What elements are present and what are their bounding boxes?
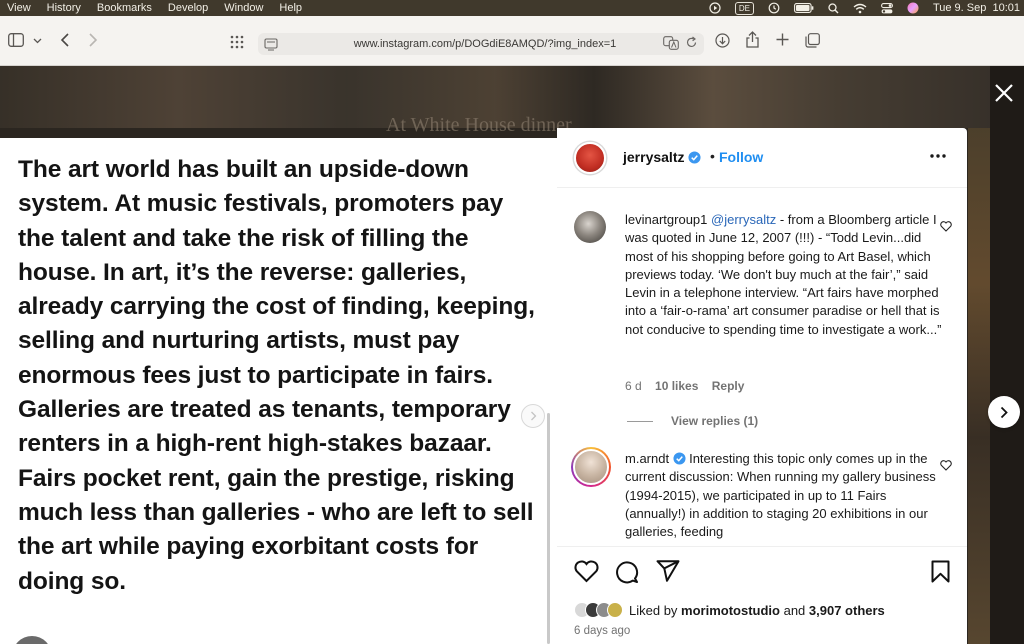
more-options-icon[interactable] xyxy=(930,154,946,158)
siri-icon[interactable] xyxy=(907,2,919,14)
likes-connector: and xyxy=(779,603,809,618)
comment-like-heart-icon[interactable] xyxy=(940,221,952,232)
like-heart-icon[interactable] xyxy=(574,560,599,583)
chevron-down-icon[interactable] xyxy=(33,38,42,44)
post-image: The art world has built an upside-down s… xyxy=(0,138,557,644)
commenter-avatar[interactable] xyxy=(574,211,606,243)
commenter-avatar-story-ring[interactable] xyxy=(571,447,611,487)
comment-likes-count[interactable]: 10 likes xyxy=(655,379,698,393)
post-date[interactable]: 6 days ago xyxy=(574,625,630,637)
owner-username-text[interactable]: jerrysaltz xyxy=(623,149,684,165)
follow-button[interactable]: Follow xyxy=(719,149,763,165)
image-scrollbar[interactable] xyxy=(547,413,550,644)
replies-divider-line xyxy=(627,420,653,422)
background-photo-strip xyxy=(968,128,990,644)
commenter-username[interactable]: levinartgroup1 xyxy=(625,212,707,227)
comment-reply-button[interactable]: Reply xyxy=(712,379,745,393)
view-replies-label[interactable]: View replies (1) xyxy=(671,414,758,428)
status-area: DE Tue 9. Sep 10:01 xyxy=(695,1,1024,15)
view-replies-button[interactable]: View replies (1) xyxy=(627,414,758,428)
liker-avatar xyxy=(607,602,623,618)
spotlight-search-icon[interactable] xyxy=(828,2,839,14)
menu-view[interactable]: View xyxy=(7,2,31,14)
owner-username[interactable]: jerrysaltz xyxy=(623,149,702,165)
carousel-next-button[interactable] xyxy=(521,404,545,428)
url-text[interactable]: www.instagram.com/p/DOGdiE8AMQD/?img_ind… xyxy=(354,38,617,50)
browser-toolbar: www.instagram.com/p/DOGdiE8AMQD/?img_ind… xyxy=(0,16,1024,66)
commenter-username[interactable]: m.arndt xyxy=(625,451,669,466)
menu-bookmarks[interactable]: Bookmarks xyxy=(97,2,152,14)
menu-history[interactable]: History xyxy=(47,2,81,14)
chevron-right-icon xyxy=(530,411,536,421)
menu-bar: View History Bookmarks Develop Window He… xyxy=(0,0,1024,16)
post-side-panel: jerrysaltz • Follow levinartgroup1 @jerr… xyxy=(557,128,967,644)
post-header: jerrysaltz • Follow xyxy=(557,128,967,188)
verified-badge-icon xyxy=(688,151,702,164)
comment-body: levinartgroup1 @jerrysaltz - from a Bloo… xyxy=(625,211,943,339)
next-post-button[interactable] xyxy=(988,396,1020,428)
translate-icon[interactable] xyxy=(663,36,679,50)
other-likes-link[interactable]: 3,907 others xyxy=(809,603,885,618)
background-dark-strip xyxy=(990,66,1024,644)
post-actions-footer: Liked by morimotostudio and 3,907 others… xyxy=(557,546,967,644)
header-separator: • xyxy=(710,148,715,164)
tabs-overview-icon[interactable] xyxy=(805,33,820,48)
comment-like-heart-icon[interactable] xyxy=(940,460,952,471)
sidebar-icon[interactable] xyxy=(8,33,24,47)
comment-mention-link[interactable]: @jerrysaltz xyxy=(711,212,776,227)
chevron-right-icon xyxy=(1000,406,1008,418)
battery-icon[interactable] xyxy=(794,3,814,13)
comment-text: - from a Bloomberg article I was quoted … xyxy=(625,212,942,337)
likes-summary[interactable]: Liked by morimotostudio and 3,907 others xyxy=(629,603,885,618)
save-bookmark-icon[interactable] xyxy=(931,560,950,583)
comment-text: Interesting this topic only comes up in … xyxy=(625,451,936,540)
likers-avatars[interactable] xyxy=(574,602,623,618)
tab-overview-grid-icon[interactable] xyxy=(230,35,244,49)
commenter-avatar xyxy=(573,449,609,485)
image-overlay-shape xyxy=(12,636,52,644)
app-menus: View History Bookmarks Develop Window He… xyxy=(0,2,318,14)
address-bar[interactable]: www.instagram.com/p/DOGdiE8AMQD/?img_ind… xyxy=(258,33,704,55)
menu-develop[interactable]: Develop xyxy=(168,2,208,14)
likes-prefix: Liked by xyxy=(629,603,682,618)
post-image-text: The art world has built an upside-down s… xyxy=(18,156,535,595)
comment-bubble-icon[interactable] xyxy=(615,560,639,584)
wifi-icon[interactable] xyxy=(853,3,867,14)
owner-avatar[interactable] xyxy=(574,142,606,174)
comment-meta: 6 d 10 likes Reply xyxy=(625,379,754,393)
input-source-badge[interactable]: DE xyxy=(734,1,754,15)
new-tab-plus-icon[interactable] xyxy=(776,33,789,46)
forward-arrow-icon[interactable] xyxy=(88,33,98,47)
share-paper-plane-icon[interactable] xyxy=(656,560,680,582)
download-icon[interactable] xyxy=(715,33,730,48)
reload-icon[interactable] xyxy=(685,36,698,49)
control-center-icon[interactable] xyxy=(881,2,893,14)
clock[interactable]: Tue 9. Sep 10:01 xyxy=(933,2,1020,14)
verified-badge-icon xyxy=(673,452,686,465)
play-circle-icon[interactable] xyxy=(709,2,721,14)
comment-age[interactable]: 6 d xyxy=(625,379,642,393)
comment-body: m.arndt Interesting this topic only comes… xyxy=(625,450,943,541)
page-menu-icon[interactable] xyxy=(264,37,278,51)
first-liker-link[interactable]: morimotostudio xyxy=(681,603,780,618)
time-machine-icon[interactable] xyxy=(768,2,780,14)
menu-help[interactable]: Help xyxy=(279,2,302,14)
share-icon[interactable] xyxy=(746,31,759,48)
menu-window[interactable]: Window xyxy=(224,2,263,14)
close-icon[interactable] xyxy=(994,83,1014,103)
background-headline: At White House dinner xyxy=(386,114,572,136)
back-arrow-icon[interactable] xyxy=(60,33,70,47)
